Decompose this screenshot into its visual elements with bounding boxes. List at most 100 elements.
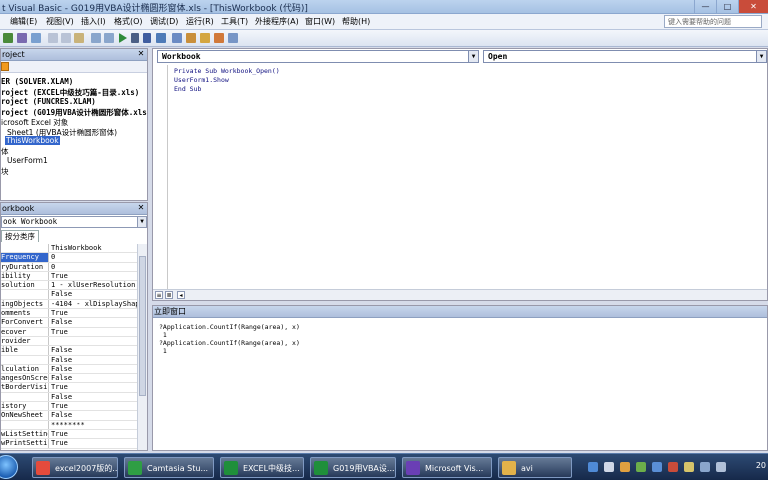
insert-userform-icon[interactable] — [17, 33, 27, 43]
close-icon[interactable]: ✕ — [136, 49, 146, 59]
task-visual-basic[interactable]: Microsoft Vis... — [402, 457, 492, 478]
close-icon[interactable]: ✕ — [136, 203, 146, 213]
property-row[interactable]: ecover True — [1, 327, 137, 337]
property-row[interactable]: ryDuration 0 — [1, 262, 137, 272]
property-value[interactable]: False — [49, 374, 137, 382]
property-value[interactable]: False — [49, 346, 137, 354]
property-row[interactable]: ingObjects -4104 - xlDisplayShape — [1, 299, 137, 310]
maximize-button[interactable]: □ — [716, 0, 738, 13]
property-value[interactable]: True — [49, 402, 137, 410]
design-mode-icon[interactable] — [156, 33, 166, 43]
menu-window[interactable]: 窗口(W) — [305, 16, 335, 27]
code-editor[interactable]: Private Sub Workbook_Open() UserForm1.Sh… — [167, 65, 767, 289]
scroll-left-icon[interactable]: ◂ — [177, 291, 185, 299]
property-value[interactable]: False — [49, 290, 137, 298]
redo-icon[interactable] — [104, 33, 114, 43]
tray-app-icon[interactable] — [636, 462, 646, 472]
property-row[interactable]: ible False — [1, 346, 137, 356]
save-icon[interactable] — [31, 33, 41, 43]
property-value[interactable]: True — [49, 328, 137, 336]
menu-view[interactable]: 视图(V) — [46, 16, 74, 27]
cut-icon[interactable] — [48, 33, 58, 43]
minimize-button[interactable]: — — [694, 0, 716, 13]
volume-icon[interactable] — [700, 462, 710, 472]
menu-run[interactable]: 运行(R) — [186, 16, 214, 27]
property-value[interactable]: ThisWorkbook — [49, 244, 137, 252]
help-icon[interactable] — [228, 33, 238, 43]
tree-item-userform1[interactable]: UserForm1 — [7, 156, 48, 165]
tab-categorized[interactable]: 按分类序 — [1, 230, 39, 242]
tree-item-solver[interactable]: ER (SOLVER.XLAM) — [1, 77, 73, 86]
menu-help[interactable]: 帮助(H) — [342, 16, 370, 27]
menu-format[interactable]: 格式(O) — [114, 16, 143, 27]
property-value[interactable]: False — [49, 356, 137, 364]
object-dropdown[interactable]: Workbook ▼ — [157, 50, 479, 63]
property-value[interactable]: False — [49, 393, 137, 401]
close-button[interactable]: ✕ — [738, 0, 768, 13]
tray-app-icon[interactable] — [620, 462, 630, 472]
property-row[interactable]: lculation False — [1, 364, 137, 375]
code-horizontal-scrollbar[interactable]: ≡ ≣ ◂ — [153, 289, 767, 300]
property-row[interactable]: omments True — [1, 309, 137, 319]
property-value[interactable]: -4104 - xlDisplayShape — [49, 300, 137, 308]
procedure-dropdown[interactable]: Open ▼ — [483, 50, 767, 63]
task-excel-intermediate[interactable]: EXCEL中级技... — [220, 457, 304, 478]
property-row[interactable]: rovider — [1, 336, 137, 347]
ime-icon[interactable] — [604, 462, 614, 472]
menu-edit[interactable]: 编辑(E) — [10, 16, 37, 27]
property-value[interactable]: False — [49, 411, 137, 419]
tree-item-thisworkbook[interactable]: ThisWorkbook — [5, 136, 60, 145]
tree-item-funcres[interactable]: roject (FUNCRES.XLAM) — [1, 97, 96, 106]
menu-debug[interactable]: 调试(D) — [150, 16, 178, 27]
property-row[interactable]: angesOnScreenFalse — [1, 374, 137, 384]
property-row[interactable]: solution 1 - xlUserResolution — [1, 281, 137, 291]
property-row[interactable]: ******** — [1, 420, 137, 430]
paste-icon[interactable] — [74, 33, 84, 43]
project-explorer-icon[interactable] — [172, 33, 182, 43]
property-value[interactable]: True — [49, 430, 137, 438]
property-value[interactable]: 0 — [49, 263, 137, 271]
property-row[interactable]: wPrintSettin True — [1, 439, 137, 449]
tray-app-icon[interactable] — [652, 462, 662, 472]
property-value[interactable]: True — [49, 383, 137, 391]
property-row[interactable]: OnNewSheet False — [1, 411, 137, 421]
toolbox-icon[interactable] — [214, 33, 224, 43]
task-excel2007[interactable]: excel2007版的... — [32, 457, 118, 478]
property-row[interactable]: ibility True — [1, 271, 137, 282]
clock[interactable]: 20 — [756, 461, 766, 470]
start-button[interactable] — [0, 455, 18, 479]
chevron-down-icon[interactable]: ▼ — [137, 217, 146, 227]
procedure-view-icon[interactable]: ≡ — [155, 291, 163, 299]
property-row[interactable]: ThisWorkbook — [1, 244, 137, 254]
pause-icon[interactable] — [131, 33, 139, 43]
property-value[interactable]: True — [49, 439, 137, 447]
view-code-icon[interactable] — [1, 62, 9, 71]
property-value[interactable]: True — [49, 272, 137, 280]
property-value[interactable]: True — [49, 309, 137, 317]
property-value[interactable]: 0 — [49, 253, 137, 261]
network-icon[interactable] — [588, 462, 598, 472]
menu-tools[interactable]: 工具(T) — [221, 16, 248, 27]
property-row[interactable]: Frequency 0 — [1, 253, 137, 263]
property-value[interactable]: 1 - xlUserResolution — [49, 281, 137, 289]
properties-window-icon[interactable] — [186, 33, 196, 43]
property-value[interactable]: False — [49, 365, 137, 373]
scrollbar-thumb[interactable] — [139, 256, 146, 396]
properties-scrollbar[interactable] — [137, 244, 147, 450]
object-select[interactable]: ook Workbook ▼ — [1, 216, 147, 228]
property-value[interactable] — [49, 337, 137, 345]
property-row[interactable]: ForConvert False — [1, 318, 137, 328]
full-module-view-icon[interactable]: ≣ — [165, 291, 173, 299]
property-row[interactable]: tBorderVisib True — [1, 383, 137, 393]
copy-icon[interactable] — [61, 33, 71, 43]
chevron-down-icon[interactable]: ▼ — [468, 51, 478, 62]
object-browser-icon[interactable] — [200, 33, 210, 43]
property-row[interactable]: False — [1, 290, 137, 300]
run-icon[interactable] — [119, 33, 127, 43]
tree-item-modules[interactable]: 块 — [1, 166, 9, 177]
property-row[interactable]: istory True — [1, 402, 137, 412]
task-g019[interactable]: G019用VBA设... — [310, 457, 396, 478]
property-row[interactable]: False — [1, 392, 137, 403]
action-center-icon[interactable] — [716, 462, 726, 472]
tray-app-icon[interactable] — [684, 462, 694, 472]
